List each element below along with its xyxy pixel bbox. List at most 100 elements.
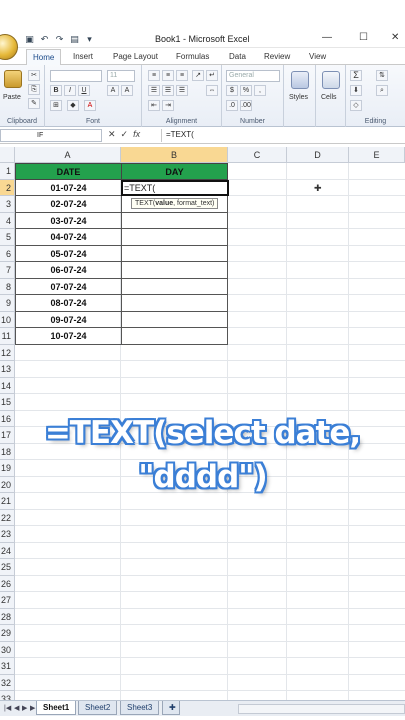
- align-left-icon[interactable]: ☰: [148, 85, 160, 96]
- row-header[interactable]: 7: [0, 262, 15, 279]
- underline-button[interactable]: U: [78, 85, 90, 96]
- insert-sheet-icon[interactable]: ✚: [162, 701, 180, 715]
- cells-label[interactable]: Cells: [321, 94, 337, 101]
- first-sheet-icon[interactable]: |◀: [4, 704, 11, 712]
- tab-review[interactable]: Review: [264, 52, 290, 61]
- row-header[interactable]: 5: [0, 229, 15, 246]
- font-size-dropdown[interactable]: 11: [107, 70, 135, 82]
- print-preview-icon[interactable]: ▤: [69, 34, 80, 45]
- row-header[interactable]: 9: [0, 295, 15, 312]
- day-cell[interactable]: [121, 311, 228, 328]
- row-header[interactable]: 13: [0, 361, 15, 378]
- decrease-indent-icon[interactable]: ⇤: [148, 100, 160, 111]
- date-cell[interactable]: 06-07-24: [15, 262, 122, 279]
- row-header[interactable]: 11: [0, 328, 15, 345]
- tab-home[interactable]: Home: [26, 49, 62, 65]
- find-icon[interactable]: ⌕: [376, 85, 388, 96]
- wrap-text-icon[interactable]: ↵: [206, 70, 218, 81]
- redo-icon[interactable]: ↷: [54, 34, 65, 45]
- fill-icon[interactable]: ⬇: [350, 85, 362, 96]
- font-name-dropdown[interactable]: [50, 70, 102, 82]
- decrease-decimal-icon[interactable]: .00: [240, 100, 252, 111]
- row-header[interactable]: 26: [0, 575, 15, 592]
- row-header[interactable]: 2: [0, 179, 15, 196]
- cancel-icon[interactable]: ✕: [108, 129, 116, 140]
- enter-icon[interactable]: ✓: [121, 129, 129, 140]
- select-all-corner[interactable]: [0, 147, 15, 163]
- date-cell[interactable]: 07-07-24: [15, 278, 122, 295]
- row-header[interactable]: 27: [0, 592, 15, 609]
- align-top-icon[interactable]: ≡: [148, 70, 160, 81]
- horizontal-scrollbar[interactable]: [238, 704, 405, 714]
- autosum-button[interactable]: Σ: [350, 70, 362, 81]
- styles-icon[interactable]: [291, 71, 309, 89]
- day-cell[interactable]: [121, 262, 228, 279]
- row-header[interactable]: 23: [0, 526, 15, 543]
- row-header[interactable]: 1: [0, 163, 15, 180]
- date-cell[interactable]: 08-07-24: [15, 295, 122, 312]
- day-cell[interactable]: [121, 295, 228, 312]
- sort-filter-icon[interactable]: ⇅: [376, 70, 388, 81]
- day-cell[interactable]: [121, 245, 228, 262]
- paste-label[interactable]: Paste: [3, 94, 21, 101]
- paste-icon[interactable]: [4, 70, 22, 88]
- number-format-dropdown[interactable]: General: [226, 70, 280, 82]
- row-header[interactable]: 24: [0, 542, 15, 559]
- sheet-tab-2[interactable]: Sheet2: [78, 701, 118, 715]
- row-header[interactable]: 22: [0, 509, 15, 526]
- row-header[interactable]: 29: [0, 625, 15, 642]
- cell-b1-header[interactable]: DAY: [121, 163, 228, 180]
- minimize-button[interactable]: —: [322, 32, 332, 43]
- column-header-e[interactable]: E: [349, 147, 405, 163]
- bold-button[interactable]: B: [50, 85, 62, 96]
- styles-label[interactable]: Styles: [289, 94, 308, 101]
- clear-icon[interactable]: ◇: [350, 100, 362, 111]
- currency-button[interactable]: $: [226, 85, 238, 96]
- format-painter-icon[interactable]: ✎: [28, 98, 40, 109]
- date-cell[interactable]: 02-07-24: [15, 196, 122, 213]
- row-header[interactable]: 25: [0, 559, 15, 576]
- formula-input[interactable]: =TEXT(: [161, 129, 405, 142]
- align-right-icon[interactable]: ☰: [176, 85, 188, 96]
- row-header[interactable]: 32: [0, 674, 15, 691]
- next-sheet-icon[interactable]: ▶: [22, 704, 27, 712]
- row-header[interactable]: 10: [0, 311, 15, 328]
- merge-center-icon[interactable]: ⇔: [206, 85, 218, 96]
- prev-sheet-icon[interactable]: ◀: [14, 704, 19, 712]
- tab-formulas[interactable]: Formulas: [176, 52, 209, 61]
- customize-icon[interactable]: ▾: [84, 34, 95, 45]
- align-middle-icon[interactable]: ≡: [162, 70, 174, 81]
- active-cell-b2[interactable]: =TEXT(: [121, 179, 229, 196]
- row-header[interactable]: 15: [0, 394, 15, 411]
- tab-insert[interactable]: Insert: [73, 52, 93, 61]
- name-box[interactable]: IF: [0, 129, 102, 142]
- date-cell[interactable]: 04-07-24: [15, 229, 122, 246]
- grow-font-icon[interactable]: A: [107, 85, 119, 96]
- row-header[interactable]: 21: [0, 493, 15, 510]
- column-header-c[interactable]: C: [228, 147, 287, 163]
- column-header-d[interactable]: D: [287, 147, 349, 163]
- cut-icon[interactable]: ✂: [28, 70, 40, 81]
- tab-view[interactable]: View: [309, 52, 326, 61]
- row-header[interactable]: 3: [0, 196, 15, 213]
- date-cell[interactable]: 09-07-24: [15, 311, 122, 328]
- row-header[interactable]: 6: [0, 245, 15, 262]
- align-center-icon[interactable]: ☰: [162, 85, 174, 96]
- day-cell[interactable]: [121, 229, 228, 246]
- row-header[interactable]: 14: [0, 377, 15, 394]
- column-header-b[interactable]: B: [121, 147, 228, 163]
- tab-page-layout[interactable]: Page Layout: [113, 52, 158, 61]
- borders-icon[interactable]: ⊞: [50, 100, 62, 111]
- insert-function-icon[interactable]: fx: [133, 129, 140, 140]
- day-cell[interactable]: [121, 278, 228, 295]
- row-header[interactable]: 31: [0, 658, 15, 675]
- comma-button[interactable]: ,: [254, 85, 266, 96]
- align-bottom-icon[interactable]: ≡: [176, 70, 188, 81]
- day-cell[interactable]: [121, 328, 228, 345]
- date-cell[interactable]: 10-07-24: [15, 328, 122, 345]
- maximize-button[interactable]: ☐: [359, 32, 368, 43]
- day-cell[interactable]: [121, 212, 228, 229]
- column-header-a[interactable]: A: [15, 147, 121, 163]
- date-cell[interactable]: 03-07-24: [15, 212, 122, 229]
- sheet-tab-1[interactable]: Sheet1: [36, 701, 77, 715]
